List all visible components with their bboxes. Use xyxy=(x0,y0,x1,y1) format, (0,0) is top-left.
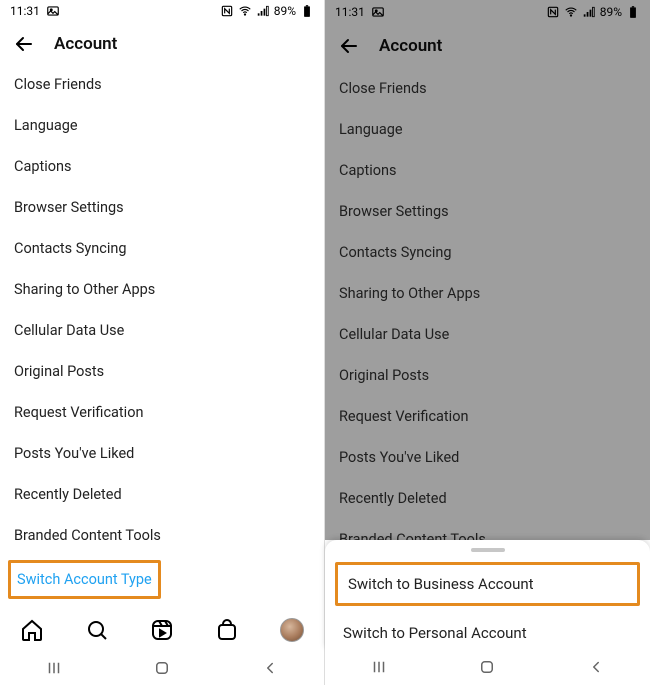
switch-account-sheet: Switch to Business Account Switch to Per… xyxy=(325,540,650,649)
home-nav-icon[interactable] xyxy=(153,659,171,677)
sheet-switch-business[interactable]: Switch to Business Account xyxy=(335,562,640,606)
wifi-icon xyxy=(238,4,252,18)
recents-icon[interactable] xyxy=(370,658,388,676)
image-icon xyxy=(46,4,60,18)
android-nav-bar xyxy=(0,651,324,685)
menu-cellular-data: Cellular Data Use xyxy=(325,314,650,355)
menu-branded-content[interactable]: Branded Content Tools xyxy=(0,515,324,556)
status-right-group: 89% xyxy=(220,4,314,18)
header: Account xyxy=(0,23,324,65)
back-arrow-icon[interactable] xyxy=(337,34,361,58)
menu-browser-settings[interactable]: Browser Settings xyxy=(0,187,324,228)
home-icon[interactable] xyxy=(20,618,44,642)
menu-captions[interactable]: Captions xyxy=(0,146,324,187)
menu-language[interactable]: Language xyxy=(0,105,324,146)
menu-captions: Captions xyxy=(325,150,650,191)
menu-switch-account-type[interactable]: Switch Account Type xyxy=(8,560,161,599)
menu-language: Language xyxy=(325,109,650,150)
menu-close-friends: Close Friends xyxy=(325,68,650,109)
menu-original-posts[interactable]: Original Posts xyxy=(0,351,324,392)
status-time: 11:31 xyxy=(10,4,40,18)
sheet-drag-handle[interactable] xyxy=(471,548,505,552)
nfc-icon xyxy=(546,5,560,19)
nfc-icon xyxy=(220,4,234,18)
shop-icon[interactable] xyxy=(215,618,239,642)
menu-request-verification[interactable]: Request Verification xyxy=(0,392,324,433)
menu-close-friends[interactable]: Close Friends xyxy=(0,64,324,105)
search-icon[interactable] xyxy=(85,618,109,642)
signal-icon xyxy=(582,5,596,19)
menu-browser-settings: Browser Settings xyxy=(325,191,650,232)
page-title: Account xyxy=(379,36,442,56)
status-time: 11:31 xyxy=(335,5,365,19)
menu-sharing-other-apps[interactable]: Sharing to Other Apps xyxy=(0,269,324,310)
menu-posts-liked[interactable]: Posts You've Liked xyxy=(0,433,324,474)
sheet-switch-personal[interactable]: Switch to Personal Account xyxy=(325,612,650,654)
settings-list: Close Friends Language Captions Browser … xyxy=(0,64,324,609)
wifi-icon xyxy=(564,5,578,19)
menu-contacts-syncing[interactable]: Contacts Syncing xyxy=(0,228,324,269)
menu-recently-deleted: Recently Deleted xyxy=(325,478,650,519)
image-icon xyxy=(371,5,385,19)
menu-sharing-other-apps: Sharing to Other Apps xyxy=(325,273,650,314)
page-title: Account xyxy=(54,34,117,54)
screen-account-settings: 11:31 89% Account Close Friends Language… xyxy=(0,0,325,685)
header: Account xyxy=(325,24,650,68)
android-nav-bar xyxy=(325,649,650,685)
back-nav-icon[interactable] xyxy=(261,659,279,677)
battery-icon xyxy=(626,5,640,19)
back-nav-icon[interactable] xyxy=(587,658,605,676)
menu-request-verification: Request Verification xyxy=(325,396,650,437)
status-bar: 11:31 89% xyxy=(325,0,650,24)
menu-posts-liked: Posts You've Liked xyxy=(325,437,650,478)
menu-original-posts: Original Posts xyxy=(325,355,650,396)
profile-avatar[interactable] xyxy=(280,618,304,642)
battery-icon xyxy=(300,4,314,18)
status-battery-percent: 89% xyxy=(600,5,622,19)
status-battery-percent: 89% xyxy=(274,4,296,18)
menu-cellular-data[interactable]: Cellular Data Use xyxy=(0,310,324,351)
screen-switch-account-sheet: 11:31 89% Account Close Friends Language… xyxy=(325,0,650,685)
home-nav-icon[interactable] xyxy=(478,658,496,676)
recents-icon[interactable] xyxy=(45,659,63,677)
signal-icon xyxy=(256,4,270,18)
tab-bar xyxy=(0,609,324,651)
reels-icon[interactable] xyxy=(150,618,174,642)
status-bar: 11:31 89% xyxy=(0,0,324,23)
status-time-group: 11:31 xyxy=(335,5,385,19)
highlight-switch-account-type: Switch Account Type xyxy=(0,556,324,603)
status-time-group: 11:31 xyxy=(10,4,60,18)
menu-recently-deleted[interactable]: Recently Deleted xyxy=(0,474,324,515)
back-arrow-icon[interactable] xyxy=(12,32,36,56)
status-right-group: 89% xyxy=(546,5,640,19)
menu-contacts-syncing: Contacts Syncing xyxy=(325,232,650,273)
